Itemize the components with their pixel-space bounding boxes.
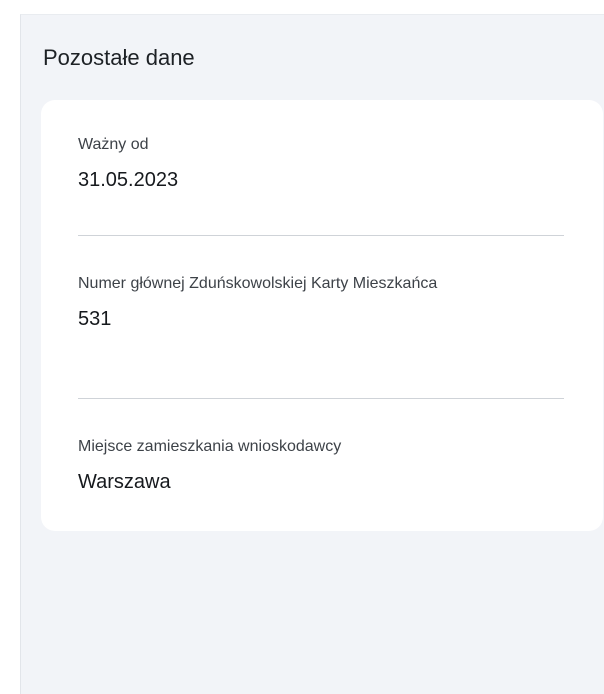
section-title: Pozostałe dane	[43, 45, 195, 70]
field-value-residence: Warszawa	[78, 471, 171, 493]
field-value-card-number: 531	[78, 308, 112, 330]
field-valid-from: Ważny od 31.05.2023	[78, 134, 564, 194]
details-card: Ważny od 31.05.2023 Numer głównej Zduńsk…	[41, 100, 603, 531]
field-label-residence: Miejsce zamieszkania wnioskodawcy	[78, 438, 342, 455]
divider	[78, 398, 564, 399]
divider	[78, 235, 564, 236]
field-label-card-number: Numer głównej Zduńskowolskiej Karty Mies…	[78, 275, 438, 292]
field-label-valid-from: Ważny od	[78, 136, 149, 153]
details-panel: Pozostałe dane Ważny od 31.05.2023 Numer…	[20, 14, 604, 694]
field-residence: Miejsce zamieszkania wnioskodawcy Warsza…	[78, 436, 564, 496]
field-value-valid-from: 31.05.2023	[78, 169, 179, 191]
field-card-number: Numer głównej Zduńskowolskiej Karty Mies…	[78, 273, 498, 333]
